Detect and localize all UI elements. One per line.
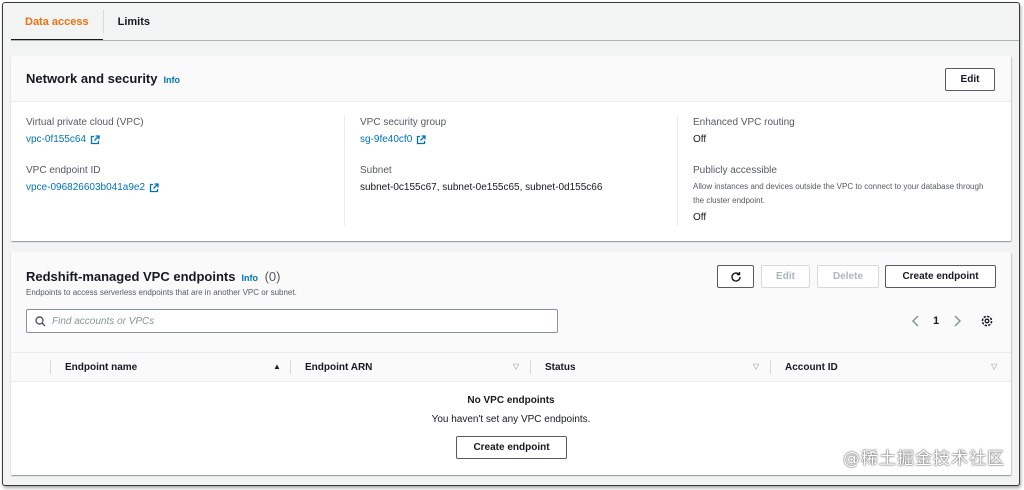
info-link[interactable]: Info: [164, 75, 181, 85]
edit-endpoint-button[interactable]: Edit: [761, 265, 810, 288]
column-divider: [770, 360, 771, 374]
chevron-left-icon[interactable]: [911, 315, 921, 327]
enhanced-routing-label: Enhanced VPC routing: [693, 117, 795, 128]
vpc-link-text: vpc-0f155c64: [26, 134, 87, 145]
column-divider: [290, 360, 291, 374]
panel-title-text: Redshift-managed VPC endpoints: [26, 269, 236, 284]
settings-gear-icon[interactable]: [980, 314, 994, 328]
column-divider: [530, 360, 531, 374]
security-group-label: VPC security group: [360, 117, 447, 128]
tab-data-access[interactable]: Data access: [11, 3, 103, 41]
column-divider: [677, 116, 678, 226]
page-number[interactable]: 1: [933, 315, 939, 327]
subnet-value: subnet-0c155c67, subnet-0e155c65, subnet…: [360, 182, 603, 193]
watermark: @稀土掘金技术社区: [843, 449, 1005, 469]
column-divider: [344, 116, 345, 226]
empty-create-endpoint-button[interactable]: Create endpoint: [456, 436, 567, 459]
endpoint-count: (0): [264, 269, 281, 284]
column-header-endpoint-arn[interactable]: Endpoint ARN: [305, 353, 372, 381]
endpoint-id-link-text: vpce-096826603b041a9e2: [26, 182, 145, 193]
sort-icon[interactable]: ▽: [753, 362, 759, 371]
external-link-icon: [149, 182, 159, 192]
column-divider: [50, 360, 51, 374]
panel-title-text: Network and security: [26, 71, 158, 86]
edit-button[interactable]: Edit: [945, 68, 995, 91]
app-frame: Data access Limits Network and security I…: [2, 2, 1020, 486]
empty-state-message: You haven't set any VPC endpoints.: [431, 414, 591, 425]
tab-label: Data access: [25, 16, 89, 28]
endpoint-id-label: VPC endpoint ID: [26, 165, 101, 176]
tab-limits[interactable]: Limits: [104, 3, 164, 41]
refresh-button[interactable]: [717, 265, 754, 288]
column-header-status[interactable]: Status: [545, 353, 576, 381]
network-security-panel: Network and security Info Edit Virtual pr…: [11, 56, 1011, 241]
panel-header: Redshift-managed VPC endpoints Info (0) E…: [11, 252, 1011, 352]
sort-icon[interactable]: ▽: [513, 362, 519, 371]
vpc-link[interactable]: vpc-0f155c64: [26, 134, 100, 145]
endpoint-id-link[interactable]: vpce-096826603b041a9e2: [26, 182, 159, 193]
vpc-endpoints-panel: Redshift-managed VPC endpoints Info (0) E…: [11, 252, 1011, 475]
chevron-right-icon[interactable]: [952, 315, 962, 327]
column-header-account-id[interactable]: Account ID: [785, 353, 838, 381]
tab-bar: Data access Limits: [3, 3, 1019, 41]
tab-label: Limits: [117, 16, 151, 28]
enhanced-routing-value: Off: [693, 134, 707, 145]
subnet-label: Subnet: [360, 165, 392, 176]
external-link-icon: [90, 134, 100, 144]
empty-state-title: No VPC endpoints: [467, 395, 555, 406]
security-group-link-text: sg-9fe40cf0: [360, 134, 413, 145]
search-placeholder: Find accounts or VPCs: [52, 315, 155, 327]
publicly-accessible-description: Allow instances and devices outside the …: [693, 182, 984, 205]
create-endpoint-button[interactable]: Create endpoint: [885, 265, 996, 288]
column-header-endpoint-name[interactable]: Endpoint name: [65, 353, 137, 381]
refresh-icon: [730, 271, 741, 282]
security-group-link[interactable]: sg-9fe40cf0: [360, 134, 426, 145]
search-input[interactable]: Find accounts or VPCs: [26, 309, 558, 333]
info-link[interactable]: Info: [241, 273, 258, 283]
sort-ascending-icon[interactable]: ▲: [273, 362, 281, 371]
publicly-accessible-label: Publicly accessible: [693, 165, 777, 176]
table-header: Endpoint name ▲ Endpoint ARN ▽ Status ▽ …: [11, 352, 1011, 382]
publicly-accessible-value: Off: [693, 212, 707, 223]
tab-bar-divider: [11, 40, 1019, 41]
delete-endpoint-button[interactable]: Delete: [817, 265, 879, 288]
vpc-label: Virtual private cloud (VPC): [26, 117, 144, 128]
panel-header: Network and security Info Edit: [11, 56, 1011, 102]
external-link-icon: [417, 134, 426, 144]
search-icon: [35, 315, 46, 327]
panel-description: Endpoints to access serverless endpoints…: [26, 288, 297, 297]
panel-title: Redshift-managed VPC endpoints Info (0): [26, 269, 280, 284]
panel-title: Network and security Info: [26, 71, 180, 86]
sort-icon[interactable]: ▽: [991, 362, 997, 371]
